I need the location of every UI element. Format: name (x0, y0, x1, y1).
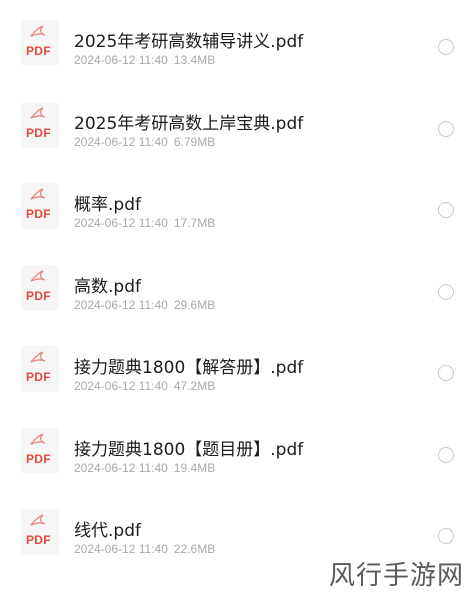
radio-unchecked-icon[interactable] (438, 365, 454, 381)
file-date: 2024-06-12 11:40 (74, 542, 168, 556)
pdf-icon-label: PDF (26, 44, 51, 58)
acrobat-logo-icon (30, 351, 46, 363)
radio-unchecked-icon[interactable] (438, 120, 454, 137)
pdf-icon-label: PDF (26, 451, 51, 466)
file-size: 29.6MB (173, 297, 216, 312)
acrobat-logo-icon (30, 25, 46, 37)
acrobat-logo-icon (30, 432, 46, 445)
acrobat-logo-icon (30, 269, 46, 282)
file-name[interactable]: 2025年考研高数辅导讲义.pdf (74, 27, 303, 52)
pdf-file-icon: PDF (21, 183, 59, 229)
file-size: 19.4MB (173, 460, 216, 475)
file-row[interactable]: PDF 接力题典1800【题目册】.pdf 2024-06-12 11:40 19… (0, 408, 472, 490)
file-row[interactable]: PDF 2025年考研高数上岸宝典.pdf 2024-06-12 11:40 6.… (0, 82, 472, 164)
pdf-file-icon: PDF (21, 346, 59, 392)
file-size: 17.7MB (173, 216, 216, 230)
file-name[interactable]: 接力题典1800【题目册】.pdf (74, 435, 303, 460)
pdf-icon-label: PDF (26, 125, 51, 140)
pdf-icon-label: PDF (26, 207, 51, 221)
file-name[interactable]: 接力题典1800【解答册】.pdf (74, 353, 303, 378)
file-date: 2024-06-12 11:40 (74, 53, 168, 67)
pdf-icon-label: PDF (26, 533, 51, 547)
file-row[interactable]: PDF 接力题典1800【解答册】.pdf 2024-06-12 11:40 47… (0, 326, 472, 408)
file-size: 47.2MB (173, 379, 216, 393)
file-size: 13.4MB (173, 53, 216, 67)
watermark: 风行手游网 (328, 561, 464, 591)
radio-unchecked-icon[interactable] (438, 202, 454, 218)
file-meta: 2024-06-12 11:40 22.6MB (74, 542, 215, 556)
pdf-icon-label: PDF (26, 288, 51, 303)
radio-unchecked-icon[interactable] (438, 283, 454, 300)
pdf-icon-label: PDF (26, 370, 51, 384)
pdf-file-icon: PDF (21, 20, 59, 66)
file-meta: 2024-06-12 11:40 17.7MB (74, 216, 215, 230)
acrobat-logo-icon (30, 106, 46, 119)
pdf-file-icon: PDF (21, 509, 59, 555)
radio-unchecked-icon[interactable] (438, 528, 454, 544)
pdf-file-icon: PDF (21, 101, 59, 148)
file-size: 22.6MB (173, 542, 216, 556)
pdf-file-icon: PDF (21, 264, 59, 311)
file-size: 6.79MB (173, 134, 216, 149)
file-date: 2024-06-12 11:40 (74, 460, 168, 475)
radio-unchecked-icon[interactable] (438, 446, 454, 463)
file-date: 2024-06-12 11:40 (74, 216, 168, 230)
file-name[interactable]: 概率.pdf (74, 190, 141, 215)
file-date: 2024-06-12 11:40 (74, 134, 168, 149)
radio-unchecked-icon[interactable] (438, 39, 454, 55)
file-meta: 2024-06-12 11:40 29.6MB (74, 298, 215, 312)
file-name[interactable]: 线代.pdf (74, 516, 141, 541)
file-row[interactable]: PDF 概率.pdf 2024-06-12 11:40 17.7MB (0, 163, 472, 245)
acrobat-logo-icon (30, 514, 46, 526)
file-name[interactable]: 2025年考研高数上岸宝典.pdf (74, 109, 303, 134)
pdf-file-icon: PDF (21, 427, 59, 474)
file-date: 2024-06-12 11:40 (74, 297, 168, 312)
file-meta: 2024-06-12 11:40 13.4MB (74, 53, 215, 67)
file-date: 2024-06-12 11:40 (74, 379, 168, 393)
file-meta: 2024-06-12 11:40 19.4MB (74, 461, 215, 475)
file-meta: 2024-06-12 11:40 47.2MB (74, 379, 215, 393)
acrobat-logo-icon (30, 188, 46, 200)
file-row[interactable]: PDF 2025年考研高数辅导讲义.pdf 2024-06-12 11:40 13… (0, 0, 472, 82)
file-meta: 2024-06-12 11:40 6.79MB (74, 135, 215, 149)
file-list: PDF 2025年考研高数辅导讲义.pdf 2024-06-12 11:40 13… (0, 0, 472, 571)
file-row[interactable]: PDF 高数.pdf 2024-06-12 11:40 29.6MB (0, 245, 472, 327)
file-name[interactable]: 高数.pdf (74, 272, 141, 297)
